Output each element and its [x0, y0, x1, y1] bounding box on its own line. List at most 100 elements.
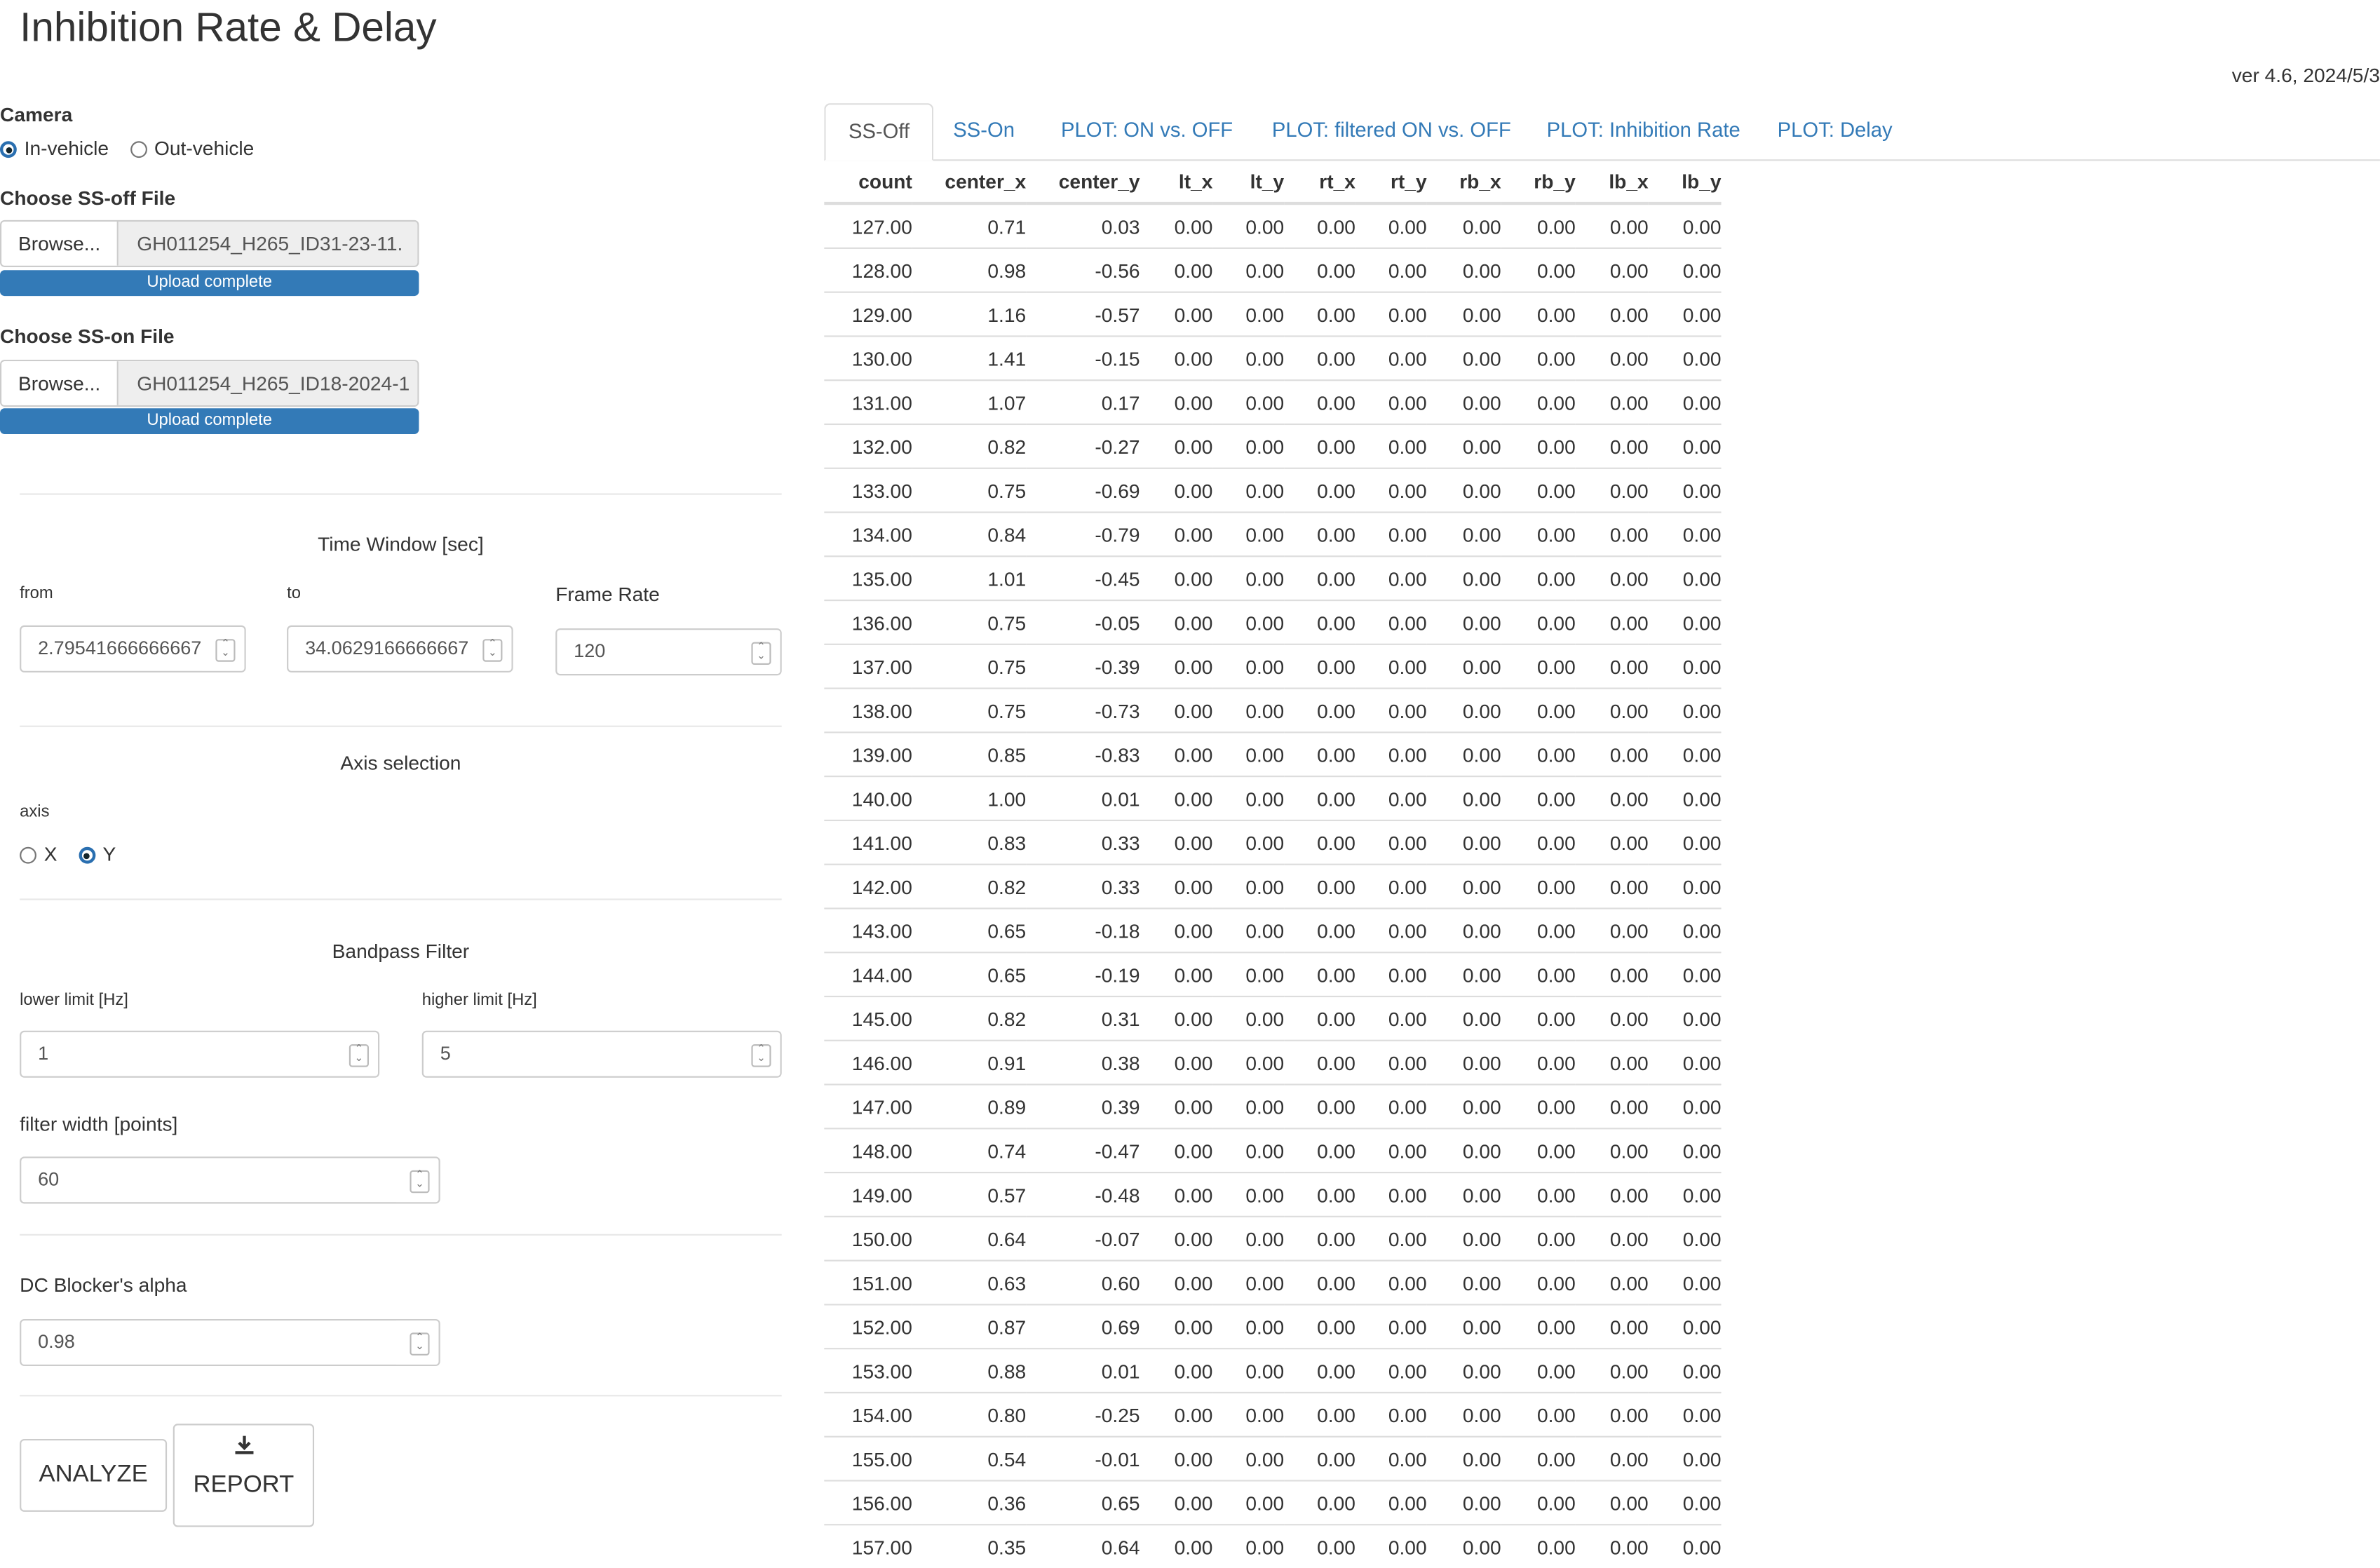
table-cell: 0.00 [1501, 1391, 1576, 1437]
tab-plot-on-vs-off[interactable]: PLOT: ON vs. OFF [1039, 103, 1256, 159]
table-cell: 138.00 [824, 687, 912, 733]
tab-plot-delay[interactable]: PLOT: Delay [1754, 103, 1915, 159]
table-cell: 0.00 [1426, 907, 1501, 953]
axis-option-y[interactable]: Y [78, 842, 116, 865]
camera-option-out-vehicle[interactable]: Out-vehicle [130, 137, 254, 159]
table-cell: 0.00 [1140, 1128, 1213, 1173]
table-cell: 0.60 [1026, 1259, 1140, 1305]
tab-ss-on[interactable]: SS-On [931, 103, 1038, 159]
table-cell: 0.00 [1140, 335, 1213, 381]
data-table: count center_x center_y lt_x lt_y rt_x r… [824, 159, 1722, 1568]
table-cell: 0.00 [1648, 599, 1722, 644]
higher-limit-input[interactable]: 5 ⌃ ⌄ [421, 1030, 782, 1078]
dc-blocker-input[interactable]: 0.98 ⌃ ⌄ [20, 1318, 440, 1367]
spinner-arrows-icon[interactable]: ⌃ ⌄ [482, 639, 503, 662]
table-cell: 0.00 [1426, 379, 1501, 424]
table-cell: 151.00 [824, 1259, 912, 1305]
to-input[interactable]: 34.0629166666667 ⌃ ⌄ [287, 625, 513, 673]
table-cell: 0.00 [1501, 1435, 1576, 1481]
column-header[interactable]: lb_x [1575, 159, 1649, 205]
column-header[interactable]: lt_x [1140, 159, 1213, 205]
column-header[interactable]: lt_y [1212, 159, 1285, 205]
table-cell: 0.00 [1140, 731, 1213, 777]
column-header[interactable]: rb_y [1501, 159, 1576, 205]
table-cell: 0.00 [1355, 1391, 1427, 1437]
table-cell: 0.00 [1355, 423, 1427, 468]
table-cell: 0.00 [1140, 1215, 1213, 1261]
table-cell: 0.00 [1212, 952, 1285, 996]
bandpass-title: Bandpass Filter [332, 939, 470, 963]
axis-radio-group: X Y [20, 842, 137, 865]
table-cell: 0.00 [1648, 819, 1722, 865]
axis-option-x[interactable]: X [20, 842, 58, 865]
tab-plot-inhibition-rate[interactable]: PLOT: Inhibition Rate [1524, 103, 1763, 159]
frame-rate-value: 120 [574, 640, 606, 662]
radio-unchecked-icon[interactable] [20, 846, 36, 864]
frame-rate-input[interactable]: 120 ⌃ ⌄ [555, 628, 782, 676]
table-cell: 0.00 [1426, 1039, 1501, 1085]
table-cell: 0.00 [1212, 202, 1285, 248]
table-cell: 0.00 [1140, 379, 1213, 424]
table-cell: 0.00 [1212, 511, 1285, 557]
table-cell: 0.00 [1284, 1171, 1355, 1217]
table-cell: 0.00 [1284, 687, 1355, 733]
table-cell: 0.00 [1501, 1039, 1576, 1085]
ss-on-browse-button[interactable]: Browse... [1, 361, 119, 405]
ss-off-file-label: Choose SS-off File [0, 187, 176, 210]
column-header[interactable]: center_x [912, 159, 1027, 205]
from-input[interactable]: 2.79541666666667 ⌃ ⌄ [20, 625, 246, 673]
tab-plot-filtered-on-vs-off[interactable]: PLOT: filtered ON vs. OFF [1249, 103, 1534, 159]
table-row: 141.00 0.83 0.33 0.00 0.00 0.00 0.00 0.00 0.00 0.… [824, 819, 1722, 865]
spinner-arrows-icon[interactable]: ⌃ ⌄ [410, 1170, 430, 1194]
column-header[interactable]: center_y [1026, 159, 1140, 205]
table-cell: 0.00 [1575, 1083, 1649, 1129]
table-row: 136.00 0.75 -0.05 0.00 0.00 0.00 0.00 0.00 0.00 0… [824, 599, 1722, 644]
table-cell: 0.00 [1140, 202, 1213, 248]
table-cell: -0.45 [1026, 555, 1140, 601]
column-header[interactable]: count [824, 159, 912, 205]
column-header[interactable]: rb_x [1426, 159, 1501, 205]
spinner-arrows-icon[interactable]: ⌃ ⌄ [215, 639, 236, 662]
table-cell: 0.88 [912, 1348, 1027, 1393]
radio-checked-icon[interactable] [0, 141, 17, 158]
tab-ss-off[interactable]: SS-Off [824, 103, 934, 161]
table-cell: 0.00 [1284, 247, 1355, 292]
table-header-row: count center_x center_y lt_x lt_y rt_x r… [824, 159, 1722, 205]
ss-off-browse-button[interactable]: Browse... [1, 222, 119, 266]
table-cell: 0.00 [1648, 1348, 1722, 1393]
table-row: 129.00 1.16 -0.57 0.00 0.00 0.00 0.00 0.00 0.00 0… [824, 291, 1722, 337]
table-row: 146.00 0.91 0.38 0.00 0.00 0.00 0.00 0.00 0.00 0.… [824, 1039, 1722, 1085]
table-cell: 0.00 [1648, 1304, 1722, 1349]
radio-unchecked-icon[interactable] [130, 141, 147, 158]
column-header[interactable]: lb_y [1648, 159, 1722, 205]
table-cell: 141.00 [824, 819, 912, 865]
table-cell: 128.00 [824, 247, 912, 292]
spinner-arrows-icon[interactable]: ⌃ ⌄ [410, 1332, 430, 1356]
table-cell: 152.00 [824, 1304, 912, 1349]
camera-option-in-vehicle[interactable]: In-vehicle [0, 137, 109, 159]
lower-limit-input[interactable]: 1 ⌃ ⌄ [20, 1030, 380, 1078]
table-cell: 0.00 [1140, 1435, 1213, 1481]
analyze-button[interactable]: ANALYZE [20, 1438, 168, 1512]
report-button[interactable]: REPORT [173, 1424, 315, 1527]
radio-checked-icon[interactable] [78, 846, 95, 864]
column-header[interactable]: rt_y [1355, 159, 1427, 205]
table-cell: 0.00 [1501, 643, 1576, 689]
spinner-arrows-icon[interactable]: ⌃ ⌄ [751, 642, 771, 665]
table-cell: 130.00 [824, 335, 912, 381]
spinner-arrows-icon[interactable]: ⌃ ⌄ [751, 1044, 771, 1067]
table-cell: 0.00 [1501, 599, 1576, 644]
table-cell: 0.00 [1284, 511, 1355, 557]
table-cell: 0.00 [1575, 1480, 1649, 1525]
table-cell: 0.00 [1426, 1215, 1501, 1261]
column-header[interactable]: rt_x [1284, 159, 1355, 205]
table-row: 130.00 1.41 -0.15 0.00 0.00 0.00 0.00 0.00 0.00 0… [824, 335, 1722, 381]
spinner-arrows-icon[interactable]: ⌃ ⌄ [349, 1044, 369, 1067]
table-cell: 0.00 [1355, 202, 1427, 248]
table-cell: 0.17 [1026, 379, 1140, 424]
filter-width-input[interactable]: 60 ⌃ ⌄ [20, 1156, 440, 1204]
table-cell: 157.00 [824, 1524, 912, 1568]
ss-off-upload-progress: Upload complete [0, 270, 419, 297]
table-cell: 0.57 [912, 1171, 1027, 1217]
divider [20, 493, 782, 495]
